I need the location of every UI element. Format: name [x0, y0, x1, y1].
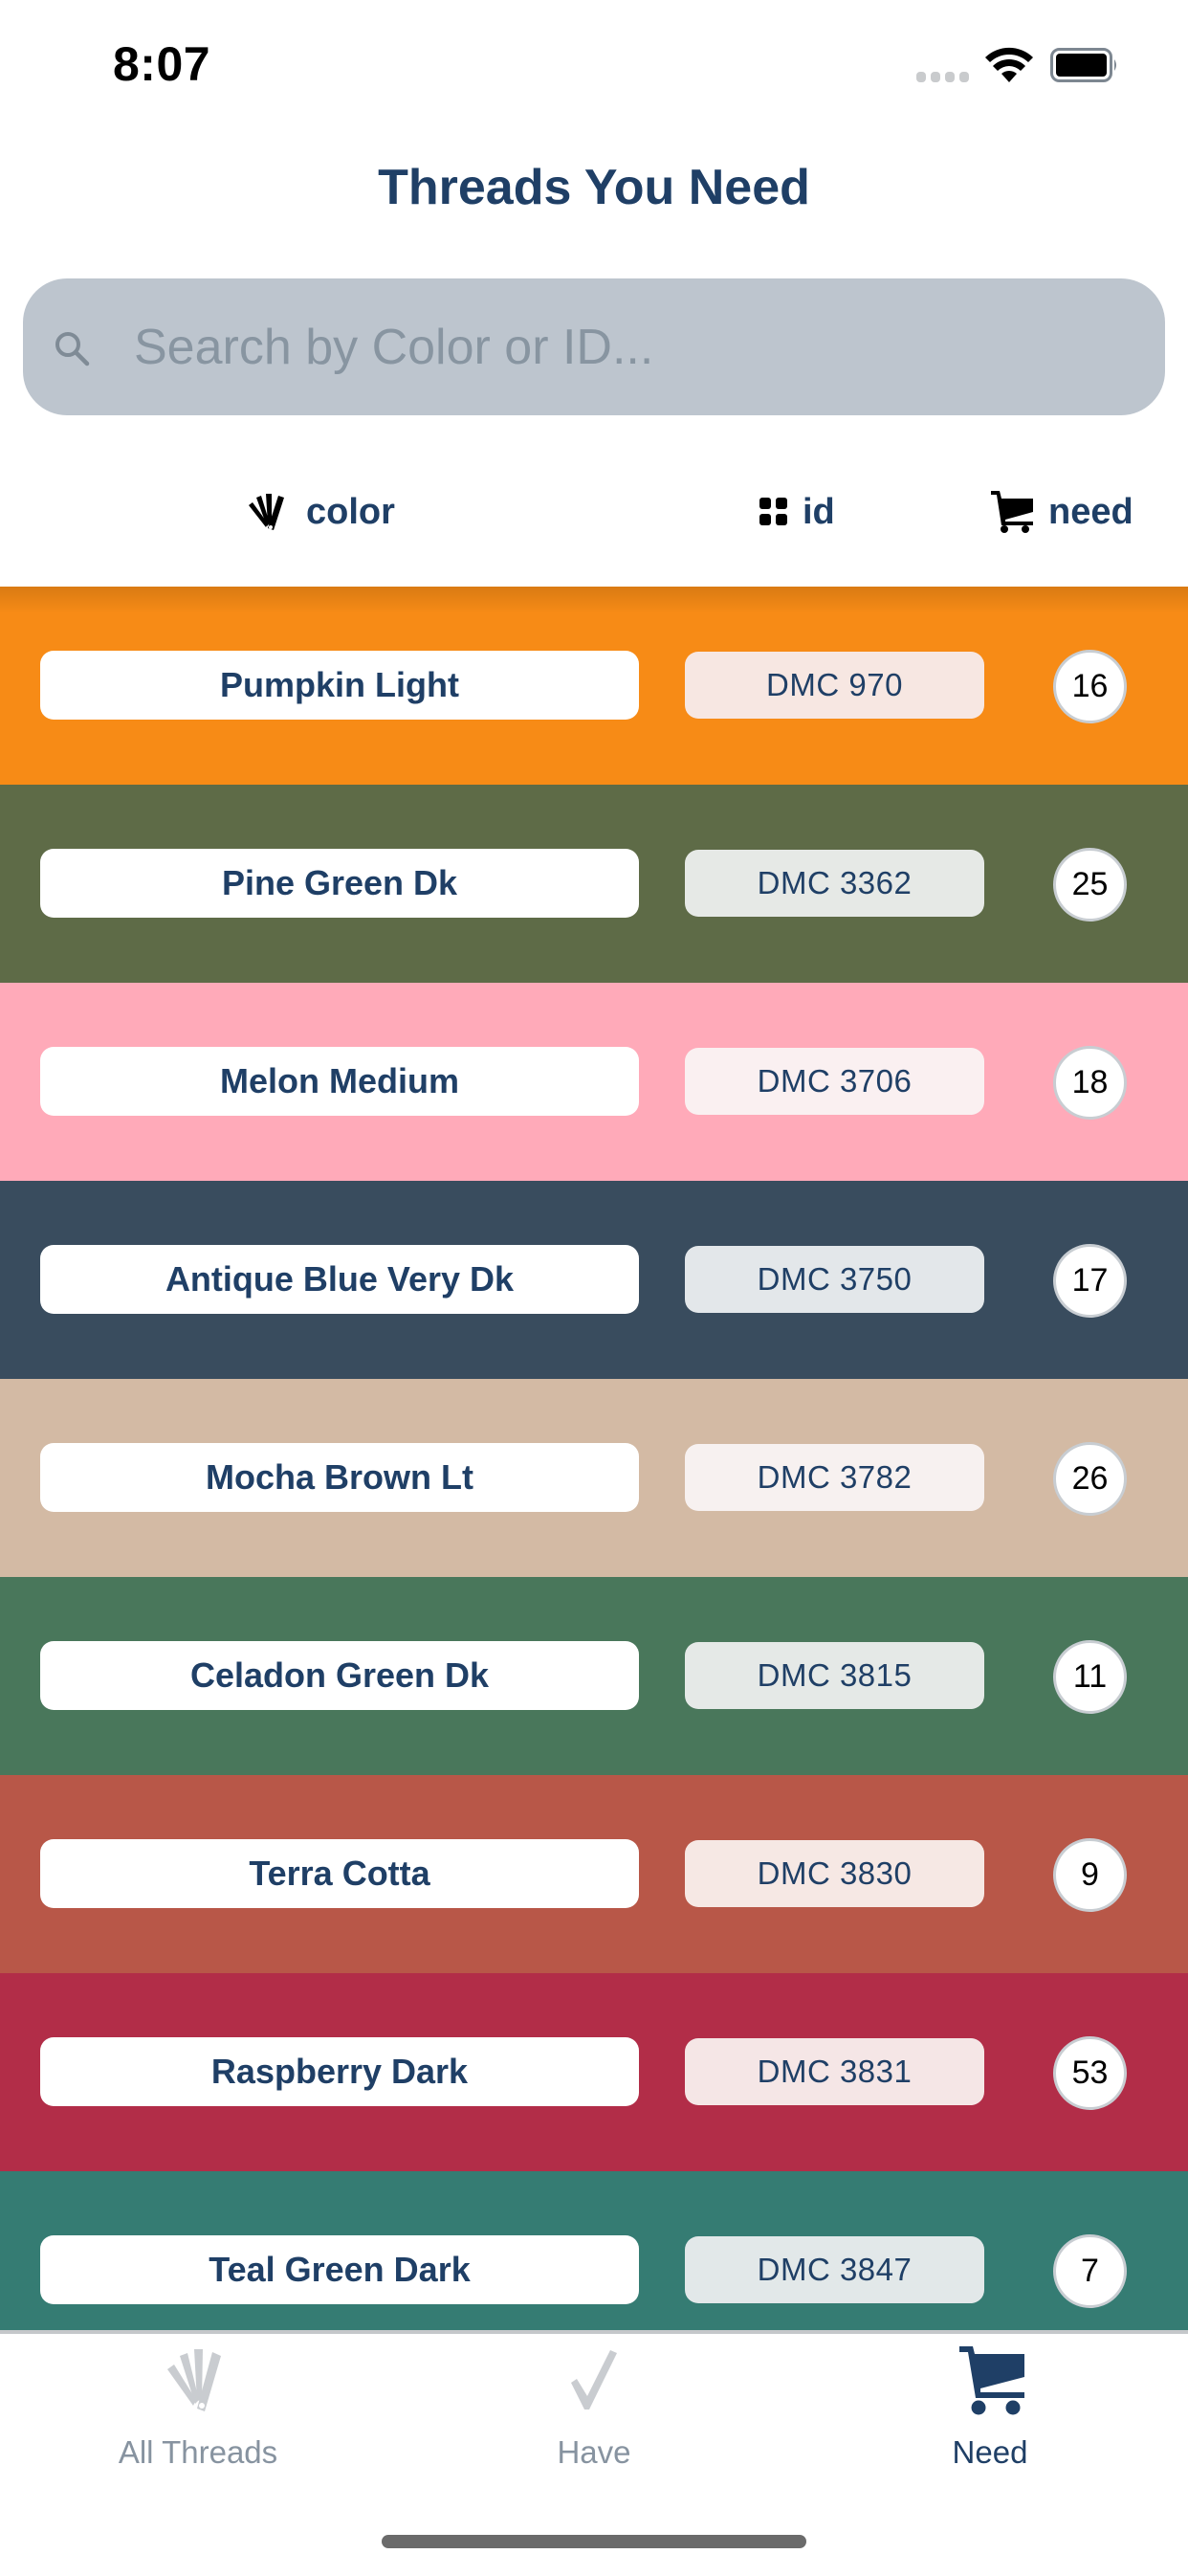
thread-name: Pumpkin Light — [40, 651, 639, 720]
search-input[interactable] — [134, 304, 1129, 390]
home-indicator[interactable] — [382, 2535, 806, 2548]
tab-label: Have — [557, 2434, 631, 2470]
sort-by-color-button[interactable]: color — [247, 483, 395, 541]
thread-id: DMC 3706 — [685, 1048, 984, 1115]
thread-row[interactable]: Melon Medium DMC 3706 18 — [0, 983, 1188, 1181]
thread-id: DMC 3830 — [685, 1840, 984, 1907]
thread-row[interactable]: Pumpkin Light DMC 970 16 — [0, 587, 1188, 785]
need-count-badge: 11 — [1053, 1640, 1127, 1714]
thread-name: Melon Medium — [40, 1047, 639, 1116]
thread-row[interactable]: Teal Green Dark DMC 3847 7 — [0, 2171, 1188, 2330]
thread-fan-icon — [167, 2349, 221, 2411]
need-count-badge: 9 — [1053, 1838, 1127, 1912]
need-count-badge: 25 — [1053, 848, 1127, 922]
sort-need-label: need — [1048, 491, 1133, 532]
battery-icon — [1050, 48, 1116, 82]
thread-name: Raspberry Dark — [40, 2037, 639, 2106]
tab-label: Need — [952, 2434, 1028, 2470]
tab-label: All Threads — [118, 2434, 278, 2470]
thread-id: DMC 970 — [685, 652, 984, 719]
tab-have[interactable]: Have — [396, 2344, 792, 2478]
checkmark-icon — [571, 2350, 617, 2409]
cart-icon — [991, 491, 1033, 533]
need-count-badge: 26 — [1053, 1442, 1127, 1516]
thread-name: Pine Green Dk — [40, 849, 639, 918]
thread-id: DMC 3815 — [685, 1642, 984, 1709]
grid-icon — [759, 498, 787, 525]
tab-need[interactable]: Need — [792, 2344, 1188, 2478]
sort-by-need-button[interactable]: need — [991, 483, 1133, 541]
tab-all-threads[interactable]: All Threads — [0, 2344, 396, 2478]
thread-name: Antique Blue Very Dk — [40, 1245, 639, 1314]
thread-row[interactable]: Raspberry Dark DMC 3831 53 — [0, 1973, 1188, 2171]
thread-name: Celadon Green Dk — [40, 1641, 639, 1710]
thread-name: Terra Cotta — [40, 1839, 639, 1908]
need-count-badge: 53 — [1053, 2036, 1127, 2110]
status-time: 8:07 — [113, 37, 211, 91]
page-title: Threads You Need — [378, 160, 810, 215]
thread-id: DMC 3750 — [685, 1246, 984, 1313]
thread-name: Mocha Brown Lt — [40, 1443, 639, 1512]
thread-id: DMC 3831 — [685, 2038, 984, 2105]
thread-list[interactable]: Pumpkin Light DMC 970 16 Pine Green Dk D… — [0, 587, 1188, 2330]
sort-id-label: id — [803, 491, 835, 532]
need-count-badge: 17 — [1053, 1244, 1127, 1318]
search-icon — [55, 332, 90, 366]
thread-row[interactable]: Mocha Brown Lt DMC 3782 26 — [0, 1379, 1188, 1577]
need-count-badge: 16 — [1053, 650, 1127, 723]
cart-icon — [959, 2346, 1024, 2415]
sort-color-label: color — [306, 491, 395, 532]
cellular-signal-icon — [916, 72, 969, 82]
thread-row[interactable]: Terra Cotta DMC 3830 9 — [0, 1775, 1188, 1973]
thread-row[interactable]: Celadon Green Dk DMC 3815 11 — [0, 1577, 1188, 1775]
thread-row[interactable]: Antique Blue Very Dk DMC 3750 17 — [0, 1181, 1188, 1379]
thread-name: Teal Green Dark — [40, 2235, 639, 2304]
sort-by-id-button[interactable]: id — [759, 483, 835, 541]
need-count-badge: 7 — [1053, 2234, 1127, 2308]
thread-id: DMC 3847 — [685, 2236, 984, 2303]
thread-id: DMC 3362 — [685, 850, 984, 917]
wifi-icon — [985, 47, 1033, 82]
need-count-badge: 18 — [1053, 1046, 1127, 1120]
thread-id: DMC 3782 — [685, 1444, 984, 1511]
thread-row[interactable]: Pine Green Dk DMC 3362 25 — [0, 785, 1188, 983]
thread-fan-icon — [249, 494, 284, 530]
